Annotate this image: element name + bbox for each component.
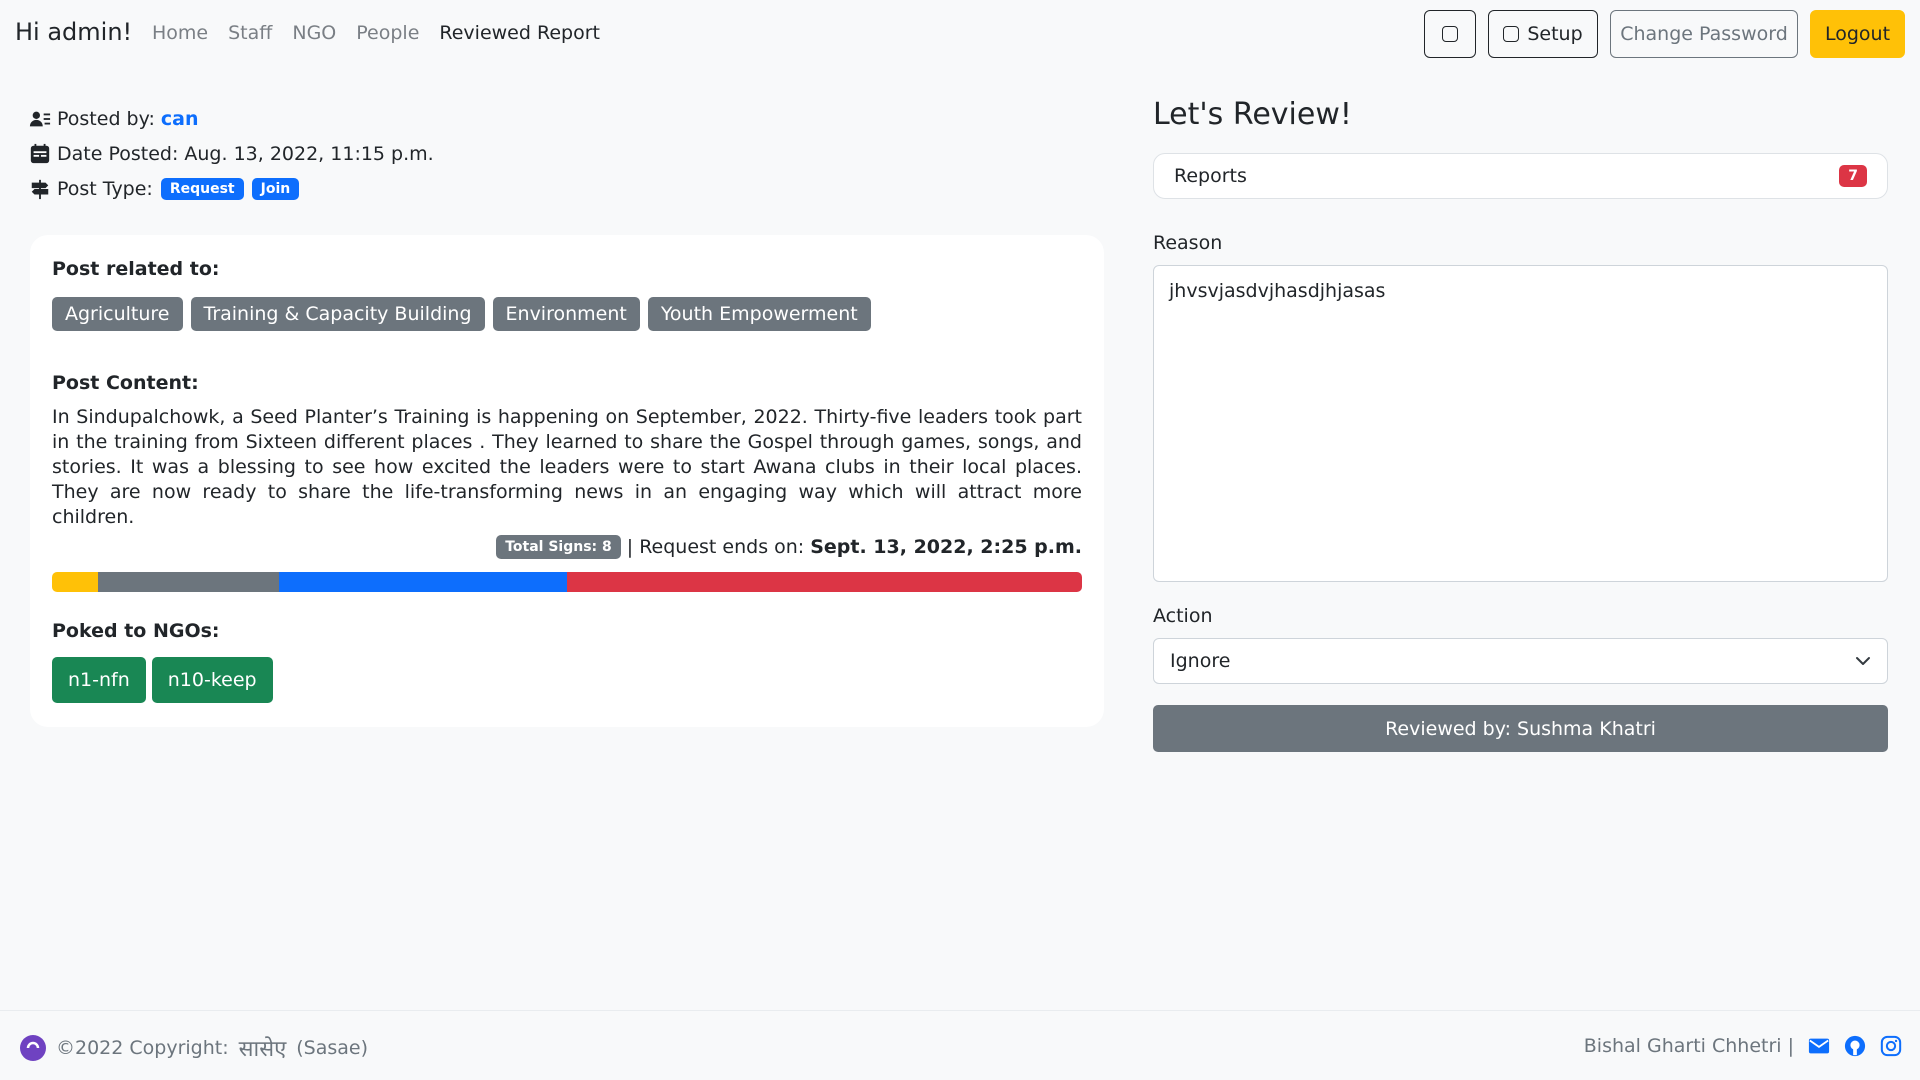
request-ends-value: Sept. 13, 2022, 2:25 p.m. <box>810 536 1082 558</box>
signpost-icon <box>31 179 49 200</box>
author-name[interactable]: Bishal Gharti Chhetri | <box>1584 1035 1794 1057</box>
progress-segment-2 <box>278 572 567 592</box>
post-content: In Sindupalchowk, a Seed Planter’s Train… <box>52 406 1082 528</box>
chevron-down-icon <box>1856 657 1870 665</box>
date-posted-row: Date Posted: Aug. 13, 2022, 11:15 p.m. <box>29 143 434 165</box>
action-label: Action <box>1153 605 1213 627</box>
nav-link-staff[interactable]: Staff <box>228 22 272 44</box>
nav-link-home[interactable]: Home <box>152 22 208 44</box>
action-selected-value: Ignore <box>1170 650 1231 672</box>
reviewed-by-button[interactable]: Reviewed by: Sushma Khatri <box>1153 705 1888 752</box>
request-ends-label: | Request ends on: <box>626 536 805 558</box>
poked-heading: Poked to NGOs: <box>52 620 220 642</box>
sasae-logo-icon <box>20 1035 46 1061</box>
tag-environment: Environment <box>492 297 640 331</box>
footer-copyright: ©2022 Copyright: सासेए (Sasae) <box>20 1033 368 1063</box>
sign-progress-bar <box>52 572 1082 592</box>
type-badge-request: Request <box>160 178 244 200</box>
date-posted-text: Date Posted: Aug. 13, 2022, 11:15 p.m. <box>57 143 434 165</box>
posted-by-label: Posted by: <box>57 108 155 130</box>
ngo-button-n10[interactable]: n10-keep <box>151 657 273 703</box>
logout-button[interactable]: Logout <box>1810 10 1905 58</box>
github-icon[interactable] <box>1844 1035 1866 1057</box>
progress-segment-3 <box>566 572 1082 592</box>
tag-list: Agriculture Training & Capacity Building… <box>52 297 871 331</box>
reports-count-badge: 7 <box>1839 165 1867 187</box>
type-badge-join: Join <box>251 178 300 200</box>
user-list-icon <box>29 111 51 127</box>
post-card: Post related to: Agriculture Training & … <box>30 235 1104 727</box>
nav-links: Home Staff NGO People Reviewed Report <box>152 22 600 44</box>
reports-accordion[interactable]: Reports 7 <box>1153 153 1888 199</box>
posted-by-user-link[interactable]: can <box>161 108 199 130</box>
nav-link-ngo[interactable]: NGO <box>292 22 336 44</box>
reason-label: Reason <box>1153 232 1223 254</box>
action-select[interactable]: Ignore <box>1153 638 1888 684</box>
setup-button[interactable]: Setup <box>1488 10 1598 58</box>
navbar: Hi admin! Home Staff NGO People Reviewed… <box>0 0 1920 70</box>
change-password-button[interactable]: Change Password <box>1610 10 1798 58</box>
tag-agriculture: Agriculture <box>52 297 183 331</box>
reason-textarea[interactable]: jhvsvjasdvjhasdjhjasas <box>1153 265 1888 582</box>
square-icon <box>1503 26 1520 42</box>
setup-label: Setup <box>1527 23 1583 45</box>
tag-training: Training & Capacity Building <box>190 297 485 331</box>
calendar-icon <box>30 143 50 164</box>
footer-brand[interactable]: सासेए <box>239 1033 287 1063</box>
footer: ©2022 Copyright: सासेए (Sasae) Bishal Gh… <box>0 1010 1920 1080</box>
nav-link-people[interactable]: People <box>356 22 419 44</box>
posted-by-row: Posted by: can <box>29 108 199 130</box>
ngo-list: n1-nfn n10-keep <box>52 657 273 703</box>
nav-link-reviewed-report[interactable]: Reviewed Report <box>439 22 600 44</box>
content-heading: Post Content: <box>52 372 199 394</box>
square-icon <box>1442 26 1458 42</box>
footer-links: Bishal Gharti Chhetri | <box>1584 1035 1902 1057</box>
total-signs-badge: Total Signs: 8 <box>496 535 621 559</box>
related-heading: Post related to: <box>52 258 220 280</box>
tag-youth-empowerment: Youth Empowerment <box>647 297 871 331</box>
post-type-label: Post Type: <box>57 178 153 200</box>
envelope-icon[interactable] <box>1808 1035 1830 1057</box>
instagram-icon[interactable] <box>1880 1035 1902 1057</box>
theme-toggle-button[interactable] <box>1424 10 1476 58</box>
nav-actions: Setup Change Password Logout <box>1424 10 1905 58</box>
progress-segment-0 <box>52 572 99 592</box>
review-title: Let's Review! <box>1153 97 1352 132</box>
navbar-greeting[interactable]: Hi admin! <box>15 18 132 46</box>
post-type-row: Post Type: Request Join <box>29 178 300 200</box>
ngo-button-n1[interactable]: n1-nfn <box>52 657 146 703</box>
progress-segment-1 <box>98 572 279 592</box>
signs-row: Total Signs: 8 | Request ends on: Sept. … <box>496 535 1082 559</box>
copyright-text: ©2022 Copyright: <box>56 1037 229 1059</box>
reports-label: Reports <box>1174 165 1247 187</box>
footer-brand-latin: (Sasae) <box>296 1037 369 1059</box>
